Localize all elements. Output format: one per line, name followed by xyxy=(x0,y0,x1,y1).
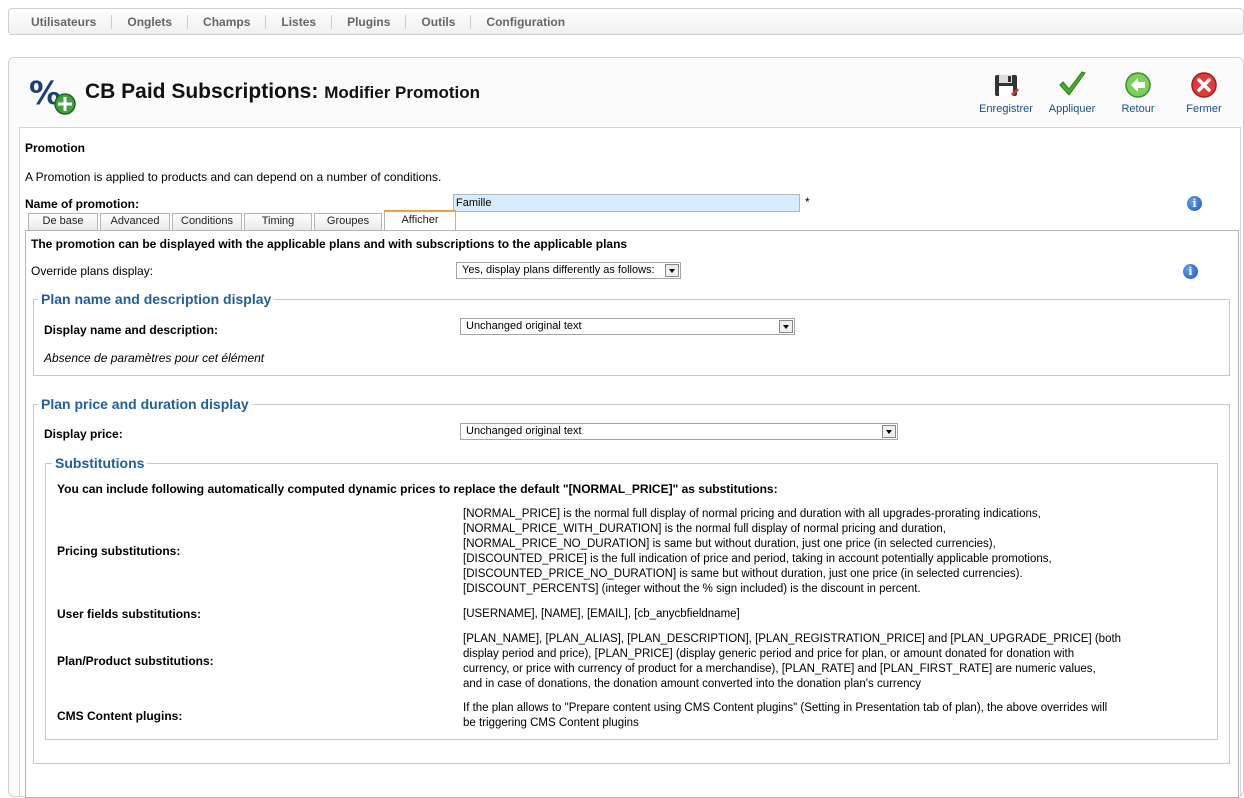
tab-panel-afficher: The promotion can be displayed with the … xyxy=(25,230,1239,798)
substitutions-intro: You can include following automatically … xyxy=(57,482,778,496)
top-menu-bar: Utilisateurs Onglets Champs Listes Plugi… xyxy=(8,8,1244,35)
override-plans-value: Yes, display plans differently as follow… xyxy=(462,264,655,276)
close-button[interactable]: Fermer xyxy=(1171,70,1237,115)
promotion-name-input[interactable]: Famille xyxy=(453,194,800,212)
promotion-name-label: Name of promotion: xyxy=(25,197,139,211)
pricing-substitutions-text: [NORMAL_PRICE] is the normal full displa… xyxy=(463,507,1052,597)
tab-afficher[interactable]: Afficher xyxy=(384,210,456,230)
pricing-line: [NORMAL_PRICE_WITH_DURATION] is the norm… xyxy=(463,523,946,535)
required-marker: * xyxy=(805,195,810,209)
tab-de-base[interactable]: De base xyxy=(28,213,98,230)
pricing-line: [NORMAL_PRICE_NO_DURATION] is same but w… xyxy=(463,538,996,550)
display-name-description-label: Display name and description: xyxy=(44,323,219,337)
menu-item-outils[interactable]: Outils xyxy=(406,14,472,29)
floppy-disk-icon xyxy=(995,75,1019,96)
menu-item-utilisateurs[interactable]: Utilisateurs xyxy=(16,14,113,29)
page-header: % CB Paid Subscriptions: Modifier Promot… xyxy=(9,58,1243,124)
promotion-logo-icon: % xyxy=(29,74,76,115)
user-fields-line: [USERNAME], [NAME], [EMAIL], [cb_anycbfi… xyxy=(463,608,740,620)
no-parameters-note: Absence de paramètres pour cet élément xyxy=(44,351,265,365)
user-fields-substitutions-text: [USERNAME], [NAME], [EMAIL], [cb_anycbfi… xyxy=(463,607,740,622)
checkmark-icon xyxy=(1059,71,1086,96)
page-title-main: CB Paid Subscriptions: xyxy=(85,80,319,103)
menu-item-listes[interactable]: Listes xyxy=(266,14,333,29)
substitutions-legend: Substitutions xyxy=(52,455,148,471)
plan-line: currency, or price with currency of prod… xyxy=(463,663,1096,675)
tab-conditions[interactable]: Conditions xyxy=(172,213,242,230)
tab-timing[interactable]: Timing xyxy=(244,213,312,230)
plan-product-substitutions-label: Plan/Product substitutions: xyxy=(57,654,214,668)
override-plans-select[interactable]: Yes, display plans differently as follow… xyxy=(456,262,681,279)
section-description: A Promotion is applied to products and c… xyxy=(25,170,442,184)
close-button-label: Fermer xyxy=(1186,103,1222,115)
back-button-label: Retour xyxy=(1121,103,1155,115)
pricing-line: [DISCOUNT_PERCENTS] (integer without the… xyxy=(463,583,921,595)
display-name-description-value: Unchanged original text xyxy=(466,320,582,332)
chevron-down-icon xyxy=(779,320,793,333)
page-title-sub: Modifier Promotion xyxy=(324,83,481,102)
display-name-description-select[interactable]: Unchanged original text xyxy=(460,318,795,335)
plan-name-description-legend: Plan name and description display xyxy=(38,291,275,307)
page-title: CB Paid Subscriptions: Modifier Promotio… xyxy=(85,80,480,104)
plan-line: display period and price), [PLAN_PRICE] … xyxy=(463,648,1075,660)
main-panel: % CB Paid Subscriptions: Modifier Promot… xyxy=(8,57,1244,798)
pricing-line: [DISCOUNTED_PRICE_NO_DURATION] is same b… xyxy=(463,568,1023,580)
display-price-select[interactable]: Unchanged original text xyxy=(460,423,898,440)
menu-item-champs[interactable]: Champs xyxy=(188,14,267,29)
cms-line: be triggering CMS Content plugins xyxy=(463,717,639,729)
cms-line: If the plan allows to "Prepare content u… xyxy=(463,702,1108,714)
plan-product-substitutions-text: [PLAN_NAME], [PLAN_ALIAS], [PLAN_DESCRIP… xyxy=(463,632,1121,692)
back-arrow-icon xyxy=(1125,72,1151,98)
pricing-line: [NORMAL_PRICE] is the normal full displa… xyxy=(463,508,1041,520)
chevron-down-icon xyxy=(665,264,679,277)
plan-line: and in case of donations, the donation a… xyxy=(463,678,922,690)
save-button-label: Enregistrer xyxy=(979,103,1033,115)
tab-advanced[interactable]: Advanced xyxy=(100,213,170,230)
cms-content-plugins-label: CMS Content plugins: xyxy=(57,709,183,723)
display-price-label: Display price: xyxy=(44,427,123,441)
tab-bar: De base Advanced Conditions Timing Group… xyxy=(28,210,458,230)
toolbar: Enregistrer Appliquer Retour Fermer xyxy=(973,70,1237,115)
save-button[interactable]: Enregistrer xyxy=(973,70,1039,115)
section-title: Promotion xyxy=(25,141,85,155)
apply-button[interactable]: Appliquer xyxy=(1039,70,1105,115)
plan-price-duration-legend: Plan price and duration display xyxy=(38,396,252,412)
display-price-value: Unchanged original text xyxy=(466,425,582,437)
cms-content-plugins-text: If the plan allows to "Prepare content u… xyxy=(463,701,1107,731)
form-content: Promotion A Promotion is applied to prod… xyxy=(19,127,1241,798)
override-plans-label: Override plans display: xyxy=(31,264,154,278)
info-icon[interactable]: i xyxy=(1183,264,1198,279)
user-fields-substitutions-label: User fields substitutions: xyxy=(57,607,202,621)
close-icon xyxy=(1191,72,1217,98)
menu-item-plugins[interactable]: Plugins xyxy=(332,14,407,29)
substitutions-group xyxy=(45,463,1218,740)
pricing-substitutions-label: Pricing substitutions: xyxy=(57,544,181,558)
plan-line: [PLAN_NAME], [PLAN_ALIAS], [PLAN_DESCRIP… xyxy=(463,633,1122,645)
apply-button-label: Appliquer xyxy=(1048,103,1096,115)
info-icon[interactable]: i xyxy=(1187,196,1202,211)
chevron-down-icon xyxy=(882,425,896,438)
pricing-line: [DISCOUNTED_PRICE] is the full indicatio… xyxy=(463,553,1052,565)
back-button[interactable]: Retour xyxy=(1105,70,1171,115)
menu-item-onglets[interactable]: Onglets xyxy=(112,14,189,29)
display-intro: The promotion can be displayed with the … xyxy=(31,237,628,251)
tab-groupes[interactable]: Groupes xyxy=(314,213,382,230)
menu-item-configuration[interactable]: Configuration xyxy=(471,15,580,29)
